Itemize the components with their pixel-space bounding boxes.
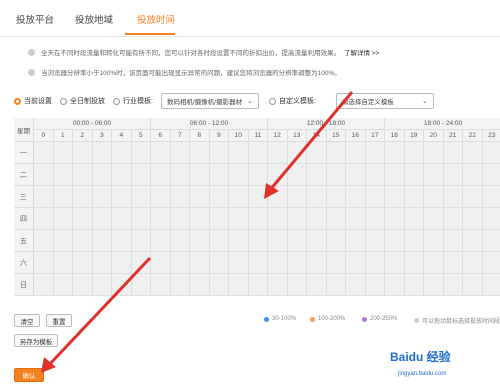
arrow-head-grid [264, 183, 279, 199]
watermark-logo: Baidu 经验 [390, 350, 451, 364]
watermark-url: jingyan.baidu.com [398, 371, 447, 377]
annotation-arrows [41, 91, 354, 373]
arrow-line-confirm [46, 256, 152, 368]
arrow-line-grid [268, 91, 354, 191]
